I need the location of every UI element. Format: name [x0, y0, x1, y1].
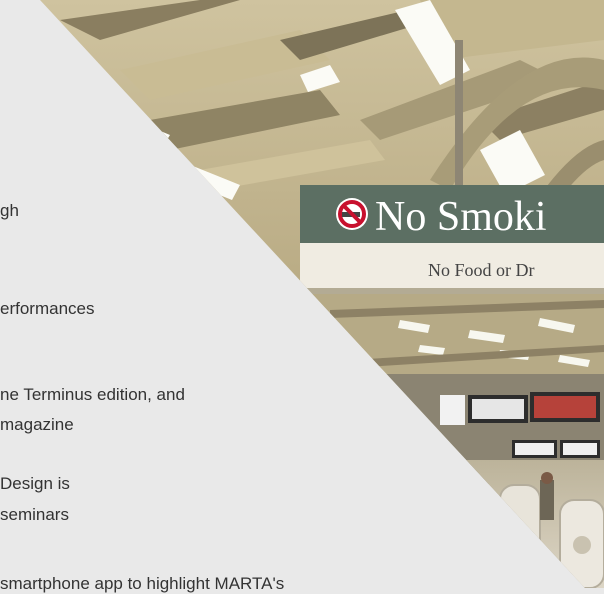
- sign-primary-text: No Smoki: [375, 194, 547, 240]
- no-smoking-sign: No Smoki No Food or Dr: [300, 185, 604, 294]
- station-photo: No Smoki No Food or Dr: [40, 0, 604, 588]
- sign-secondary-text: No Food or Dr: [428, 260, 535, 280]
- no-smoking-icon: [336, 198, 368, 230]
